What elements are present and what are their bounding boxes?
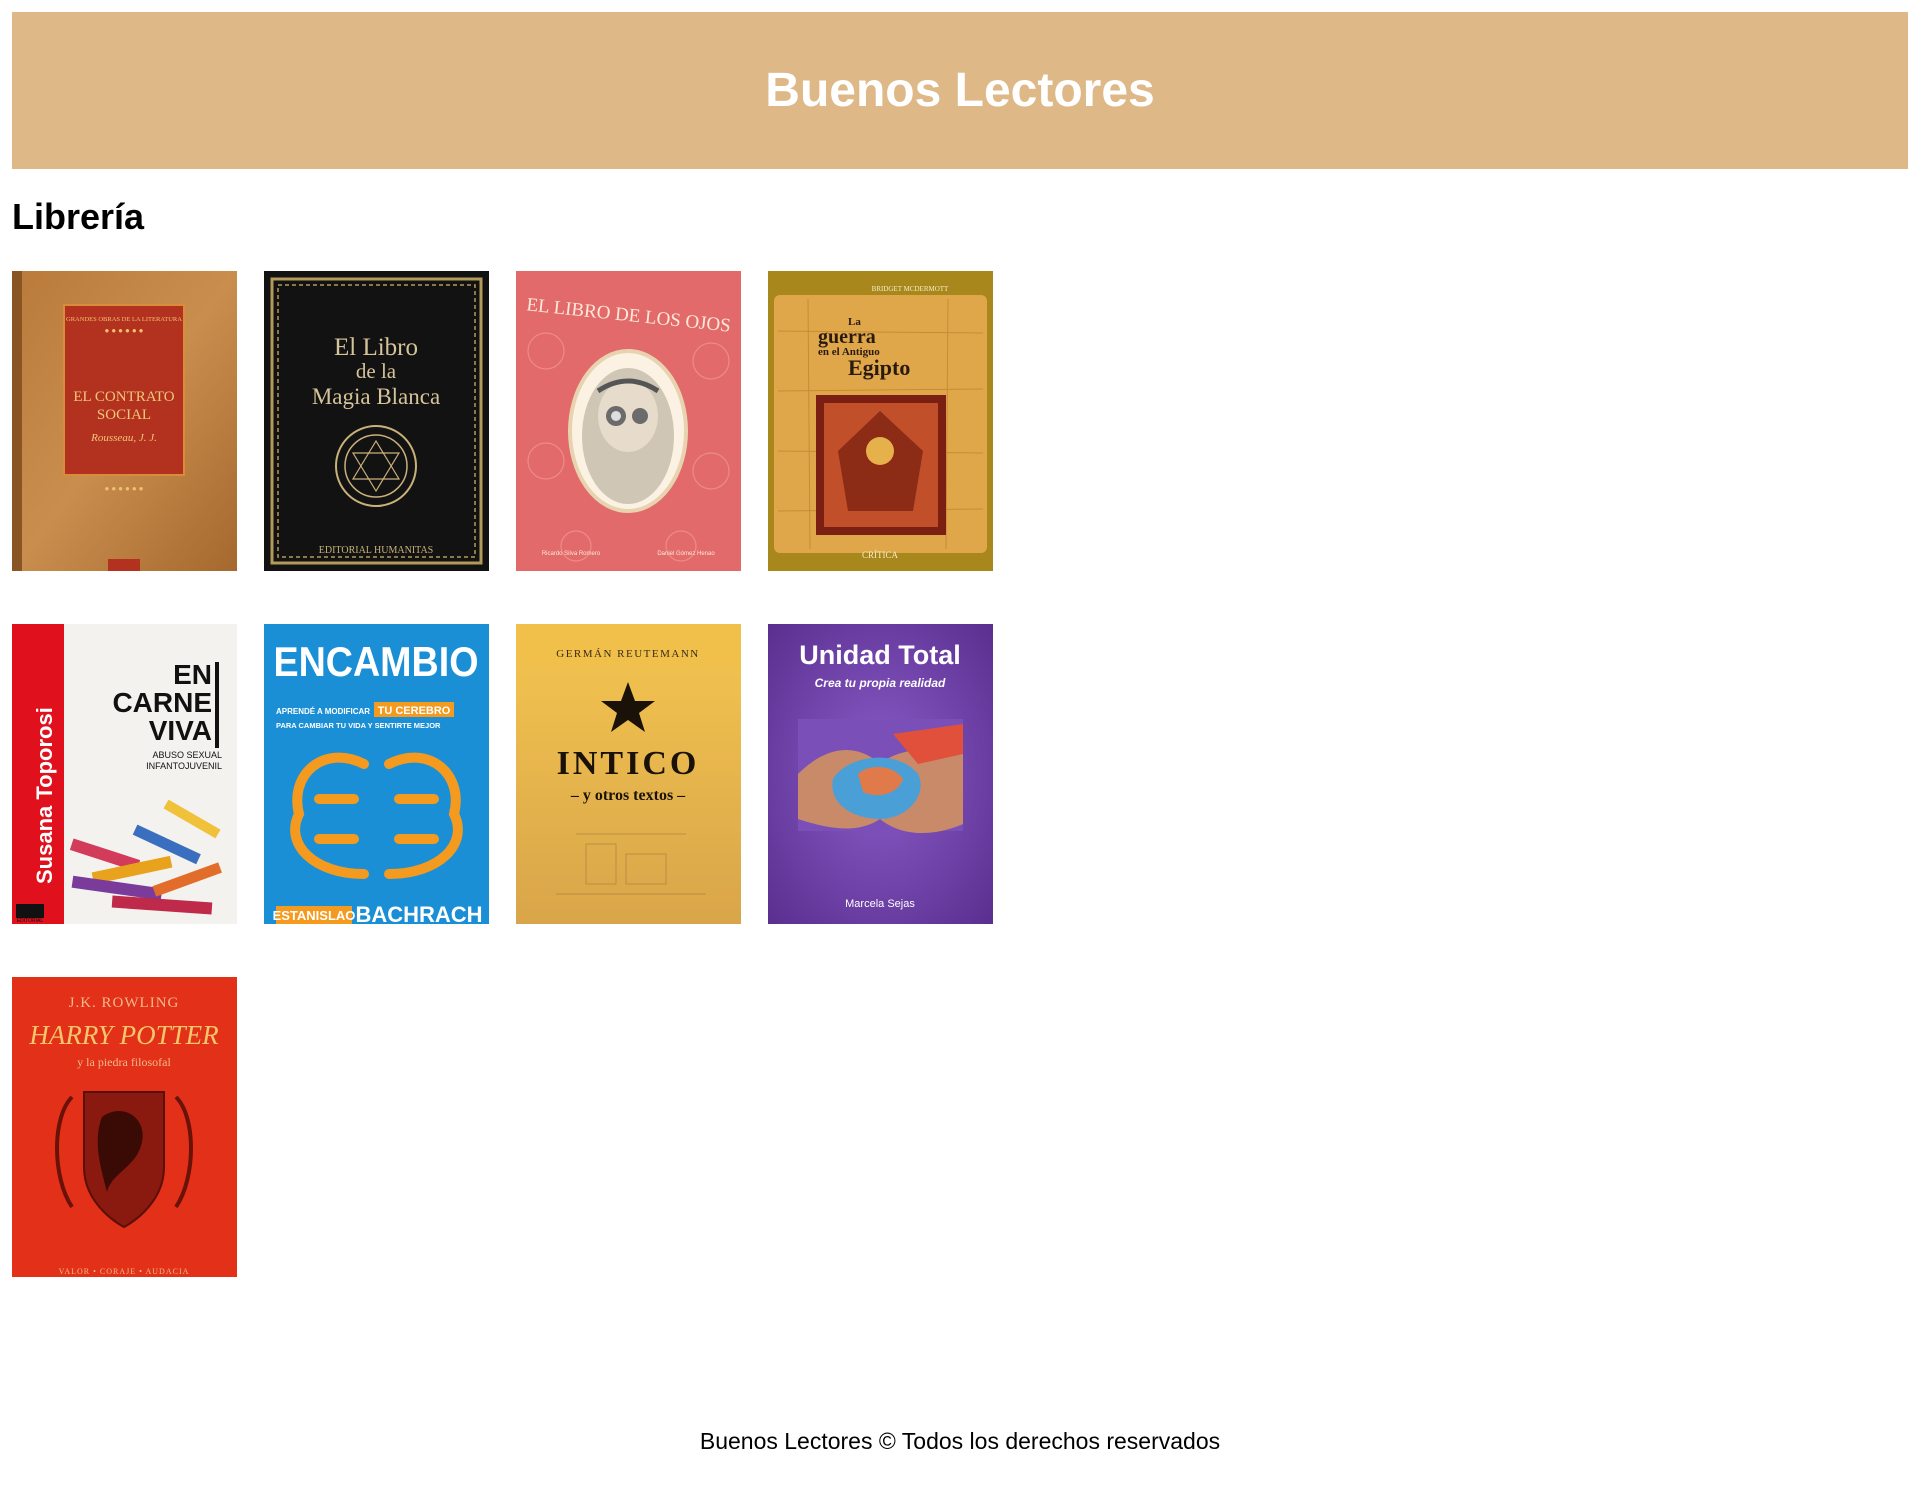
site-header: Buenos Lectores — [12, 12, 1908, 169]
section-title: Librería — [12, 196, 145, 237]
book-cover-en-carne-viva[interactable]: Susana Toporosi EN CARNE VIVA ABUSO SEXU… — [12, 624, 237, 924]
svg-text:GERMÁN REUTEMANN: GERMÁN REUTEMANN — [556, 648, 699, 660]
svg-text:Daniel Gómez Henao: Daniel Gómez Henao — [657, 551, 715, 557]
cover-art: Unidad Total Crea tu propia realidad Mar… — [768, 624, 993, 924]
svg-text:– y otros textos –: – y otros textos – — [570, 787, 686, 804]
book-cover-unidad-total[interactable]: Unidad Total Crea tu propia realidad Mar… — [768, 624, 993, 924]
svg-text:guerra: guerra — [818, 326, 876, 348]
svg-text:Magia Blanca: Magia Blanca — [312, 384, 440, 409]
page: Buenos Lectores Librería GRANDES OBRAS D… — [0, 0, 1920, 1494]
svg-text:VIVA: VIVA — [149, 715, 212, 746]
svg-text:GRANDES OBRAS DE LA LITERATURA: GRANDES OBRAS DE LA LITERATURA — [66, 316, 182, 323]
svg-text:ENCAMBIO: ENCAMBIO — [274, 638, 479, 685]
book-cover-harry-potter-y-la-piedra-filosofal[interactable]: J.K. ROWLING HARRY POTTER y la piedra fi… — [12, 977, 237, 1277]
svg-text:EDITORIAL: EDITORIAL — [17, 918, 44, 924]
book-cover-el-contrato-social[interactable]: GRANDES OBRAS DE LA LITERATURA ● ● ● ● ●… — [12, 271, 237, 571]
svg-text:EL CONTRATO: EL CONTRATO — [73, 389, 174, 405]
svg-text:CRÍTICA: CRÍTICA — [862, 550, 899, 560]
cover-art: BRIDGET MCDERMOTT La guerra en el Antigu… — [768, 271, 993, 571]
book-cover-encambio[interactable]: ENCAMBIO APRENDÉ A MODIFICAR TU CEREBRO … — [264, 624, 489, 924]
svg-text:J.K. ROWLING: J.K. ROWLING — [69, 995, 180, 1011]
svg-text:Unidad Total: Unidad Total — [799, 640, 961, 670]
svg-text:Marcela Sejas: Marcela Sejas — [845, 898, 915, 910]
svg-text:El Libro: El Libro — [334, 334, 418, 361]
cover-art: Susana Toporosi EN CARNE VIVA ABUSO SEXU… — [12, 624, 237, 924]
book-cover-el-libro-de-los-ojos[interactable]: EL LIBRO DE LOS OJOS Ricardo Silva Romer… — [516, 271, 741, 571]
svg-text:INFANTOJUVENIL: INFANTOJUVENIL — [146, 761, 222, 771]
svg-text:ESTANISLAO: ESTANISLAO — [273, 908, 356, 923]
svg-text:ABUSO SEXUAL: ABUSO SEXUAL — [152, 750, 222, 760]
svg-text:TU CEREBRO: TU CEREBRO — [378, 705, 451, 717]
cover-art: GRANDES OBRAS DE LA LITERATURA ● ● ● ● ●… — [12, 271, 237, 571]
footer-text: Buenos Lectores © Todos los derechos res… — [699, 1428, 1221, 1454]
svg-text:INTICO: INTICO — [557, 745, 700, 782]
svg-text:Egipto: Egipto — [848, 355, 910, 380]
svg-text:APRENDÉ A MODIFICAR: APRENDÉ A MODIFICAR — [276, 707, 370, 716]
book-grid: GRANDES OBRAS DE LA LITERATURA ● ● ● ● ●… — [12, 271, 993, 1277]
svg-text:● ● ● ● ● ●: ● ● ● ● ● ● — [105, 326, 144, 335]
svg-text:VALOR • CORAJE • AUDACIA: VALOR • CORAJE • AUDACIA — [59, 1267, 190, 1276]
cover-art: El Libro de la Magia Blanca EDITORIAL HU… — [264, 271, 489, 571]
svg-text:SOCIAL: SOCIAL — [97, 407, 151, 423]
cover-art: GERMÁN REUTEMANN INTICO – y otros textos… — [516, 624, 741, 924]
svg-text:Rousseau, J. J.: Rousseau, J. J. — [90, 432, 157, 444]
cover-art: J.K. ROWLING HARRY POTTER y la piedra fi… — [12, 977, 237, 1277]
svg-text:CARNE: CARNE — [112, 687, 212, 718]
svg-text:y la piedra filosofal: y la piedra filosofal — [77, 1055, 171, 1069]
svg-text:● ● ● ● ● ●: ● ● ● ● ● ● — [105, 484, 144, 493]
svg-text:BRIDGET MCDERMOTT: BRIDGET MCDERMOTT — [872, 285, 949, 293]
svg-text:Ricardo Silva Romero: Ricardo Silva Romero — [542, 551, 601, 557]
book-cover-intico[interactable]: GERMÁN REUTEMANN INTICO – y otros textos… — [516, 624, 741, 924]
cover-art: ENCAMBIO APRENDÉ A MODIFICAR TU CEREBRO … — [264, 624, 489, 924]
svg-text:Susana Toporosi: Susana Toporosi — [32, 707, 57, 884]
cover-art: EL LIBRO DE LOS OJOS Ricardo Silva Romer… — [516, 271, 741, 571]
svg-text:BACHRACH: BACHRACH — [355, 902, 482, 924]
site-title: Buenos Lectores — [765, 64, 1155, 117]
book-cover-el-libro-de-la-magia-blanca[interactable]: El Libro de la Magia Blanca EDITORIAL HU… — [264, 271, 489, 571]
site-footer: Buenos Lectores © Todos los derechos res… — [0, 1428, 1920, 1455]
svg-text:HARRY POTTER: HARRY POTTER — [28, 1020, 219, 1050]
svg-text:EDITORIAL HUMANITAS: EDITORIAL HUMANITAS — [319, 545, 433, 556]
svg-text:Crea tu propia realidad: Crea tu propia realidad — [815, 676, 946, 690]
book-cover-la-guerra-en-el-antiguo-egipto[interactable]: BRIDGET MCDERMOTT La guerra en el Antigu… — [768, 271, 993, 571]
svg-text:PARA CAMBIAR TU VIDA Y SENTIRT: PARA CAMBIAR TU VIDA Y SENTIRTE MEJOR — [276, 721, 441, 730]
svg-text:de la: de la — [356, 359, 397, 383]
svg-text:EN: EN — [173, 659, 212, 690]
